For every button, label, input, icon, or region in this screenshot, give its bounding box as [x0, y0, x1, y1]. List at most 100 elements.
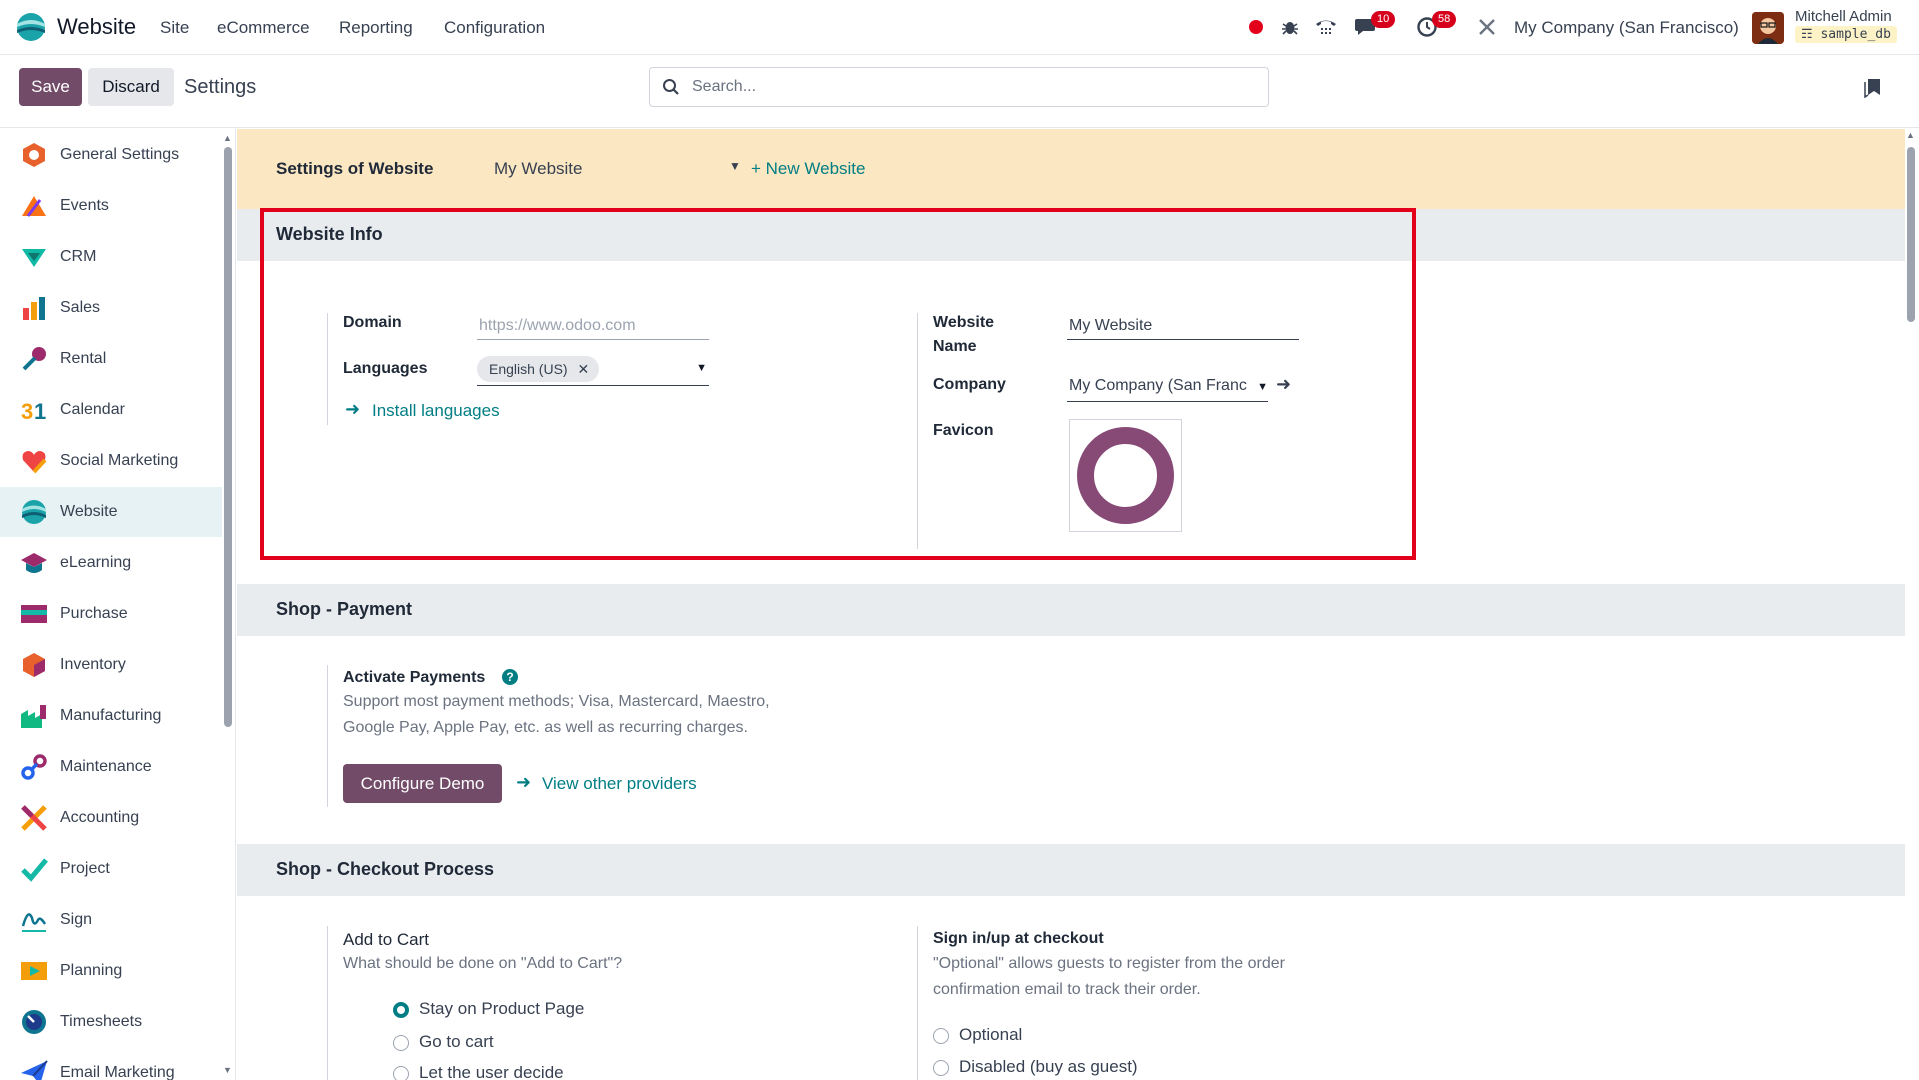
- project-icon: [21, 858, 48, 882]
- sidebar-item-sign[interactable]: Sign: [0, 895, 222, 945]
- new-website-link[interactable]: + New Website: [751, 159, 865, 179]
- control-panel: Save Discard Settings: [0, 56, 1919, 128]
- save-button[interactable]: Save: [19, 68, 82, 106]
- sidebar-item-label: CRM: [60, 248, 97, 265]
- company-select[interactable]: My Company (San Franc ▼: [1067, 372, 1268, 402]
- sidebar-item-elearning[interactable]: eLearning: [0, 538, 222, 588]
- sidebar-item-events[interactable]: Events: [0, 181, 222, 231]
- website-select-caret-icon[interactable]: ▼: [729, 159, 741, 173]
- discard-button[interactable]: Discard: [88, 68, 174, 106]
- breadcrumb-settings: Settings: [184, 76, 257, 98]
- radio-disabled-buy-as-guest[interactable]: [933, 1060, 949, 1076]
- sidebar-item-label: Accounting: [60, 809, 140, 826]
- view-other-providers-link[interactable]: View other providers: [542, 774, 697, 794]
- sidebar-item-planning[interactable]: Planning: [0, 946, 222, 996]
- section-title: Shop - Checkout Process: [276, 859, 495, 879]
- website-name-input[interactable]: [1067, 312, 1299, 340]
- divider: [327, 665, 328, 807]
- company-external-link-icon[interactable]: ➜: [1276, 374, 1291, 395]
- favicon-image[interactable]: [1069, 419, 1182, 532]
- sidebar-item-rental[interactable]: Rental: [0, 334, 222, 384]
- scroll-down-icon[interactable]: ▼: [223, 1065, 232, 1075]
- sidebar-item-project[interactable]: Project: [0, 844, 222, 894]
- sidebar-item-email-marketing[interactable]: Email Marketing: [0, 1048, 222, 1080]
- bug-icon[interactable]: [1277, 14, 1303, 40]
- sidebar-item-label: Website: [60, 503, 118, 520]
- sidebar-item-general-settings[interactable]: General Settings: [0, 130, 222, 180]
- phone-icon[interactable]: [1313, 14, 1339, 40]
- database-badge: ☶ sample_db: [1795, 26, 1897, 43]
- configure-demo-button[interactable]: Configure Demo: [343, 764, 502, 803]
- remove-tag-icon[interactable]: ✕: [577, 361, 589, 377]
- radio-optional[interactable]: [933, 1028, 949, 1044]
- languages-caret-icon[interactable]: ▼: [696, 362, 707, 374]
- settings-sidebar: General Settings Events CRM Sales Rental 3 1 Ca…: [0, 129, 236, 1080]
- recording-dot-icon[interactable]: [1243, 14, 1269, 40]
- sidebar-item-accounting[interactable]: Accounting: [0, 793, 222, 843]
- sidebar-item-social-marketing[interactable]: Social Marketing: [0, 436, 222, 486]
- user-avatar[interactable]: [1752, 12, 1784, 44]
- user-name[interactable]: Mitchell Admin: [1795, 8, 1892, 25]
- sidebar-item-website[interactable]: Website: [0, 487, 222, 537]
- radio-label[interactable]: Let the user decide: [419, 1063, 564, 1080]
- sidebar-item-calendar[interactable]: 3 1 Calendar: [0, 385, 222, 435]
- signin-checkout-label: Sign in/up at checkout: [933, 930, 1104, 947]
- language-tag: English (US) ✕: [477, 356, 600, 382]
- scroll-up-icon[interactable]: ▲: [223, 133, 232, 143]
- website-select[interactable]: My Website: [494, 159, 583, 179]
- install-languages-link[interactable]: Install languages: [372, 401, 500, 421]
- domain-input[interactable]: [477, 312, 709, 340]
- divider: [917, 926, 918, 1080]
- bookmark-icon[interactable]: [1864, 78, 1882, 98]
- menu-ecommerce[interactable]: eCommerce: [217, 18, 310, 38]
- maintenance-icon: [21, 754, 47, 780]
- app-name[interactable]: Website: [57, 14, 136, 40]
- sidebar-item-label: Inventory: [60, 656, 126, 673]
- svg-text:3: 3: [21, 399, 33, 424]
- main-scrollbar[interactable]: [1907, 147, 1915, 322]
- sidebar-scrollbar[interactable]: [224, 147, 232, 727]
- tools-icon[interactable]: [1474, 14, 1500, 40]
- website-app-icon[interactable]: [14, 12, 48, 42]
- sidebar-item-timesheets[interactable]: Timesheets: [0, 997, 222, 1047]
- languages-field[interactable]: English (US) ✕ ▼: [477, 352, 709, 386]
- sidebar-item-purchase[interactable]: Purchase: [0, 589, 222, 639]
- sidebar-item-inventory[interactable]: Inventory: [0, 640, 222, 690]
- activate-payments-label: Activate Payments: [343, 669, 486, 686]
- radio-let-user-decide[interactable]: [393, 1066, 409, 1080]
- website-name-label: Website Name: [933, 314, 994, 362]
- accounting-icon: [21, 805, 47, 831]
- divider: [917, 313, 918, 549]
- sidebar-item-crm[interactable]: CRM: [0, 232, 222, 282]
- sidebar-item-label: Calendar: [60, 401, 125, 418]
- radio-label[interactable]: Stay on Product Page: [419, 999, 584, 1019]
- sidebar-item-sales[interactable]: Sales: [0, 283, 222, 333]
- company-caret-icon[interactable]: ▼: [1254, 381, 1268, 393]
- search-input[interactable]: [690, 68, 1260, 106]
- radio-stay-on-product-page[interactable]: [393, 1002, 409, 1018]
- sidebar-item-label: Timesheets: [60, 1013, 143, 1030]
- sidebar-item-manufacturing[interactable]: Manufacturing: [0, 691, 222, 741]
- sidebar-item-label: Rental: [60, 350, 107, 367]
- sidebar-item-maintenance[interactable]: Maintenance: [0, 742, 222, 792]
- company-switcher[interactable]: My Company (San Francisco): [1514, 18, 1739, 38]
- radio-label[interactable]: Optional: [959, 1025, 1022, 1045]
- sidebar-item-label: eLearning: [60, 554, 132, 571]
- main-scroll-up-icon[interactable]: ▲: [1906, 130, 1915, 140]
- signin-desc-1: "Optional" allows guests to register fro…: [933, 955, 1285, 972]
- company-label: Company: [933, 376, 1006, 393]
- radio-go-to-cart[interactable]: [393, 1035, 409, 1051]
- languages-label: Languages: [343, 360, 428, 377]
- svg-text:1: 1: [34, 399, 46, 424]
- radio-label[interactable]: Go to cart: [419, 1032, 494, 1052]
- menu-reporting[interactable]: Reporting: [339, 18, 413, 38]
- sidebar-item-label: General Settings: [60, 146, 180, 163]
- menu-site[interactable]: Site: [160, 18, 189, 38]
- search-box[interactable]: [649, 67, 1269, 107]
- radio-label[interactable]: Disabled (buy as guest): [959, 1057, 1138, 1077]
- section-title: Shop - Payment: [276, 599, 413, 619]
- help-icon[interactable]: ?: [502, 669, 518, 685]
- menu-configuration[interactable]: Configuration: [444, 18, 545, 38]
- divider: [327, 926, 328, 1080]
- manufacturing-icon: [21, 705, 46, 728]
